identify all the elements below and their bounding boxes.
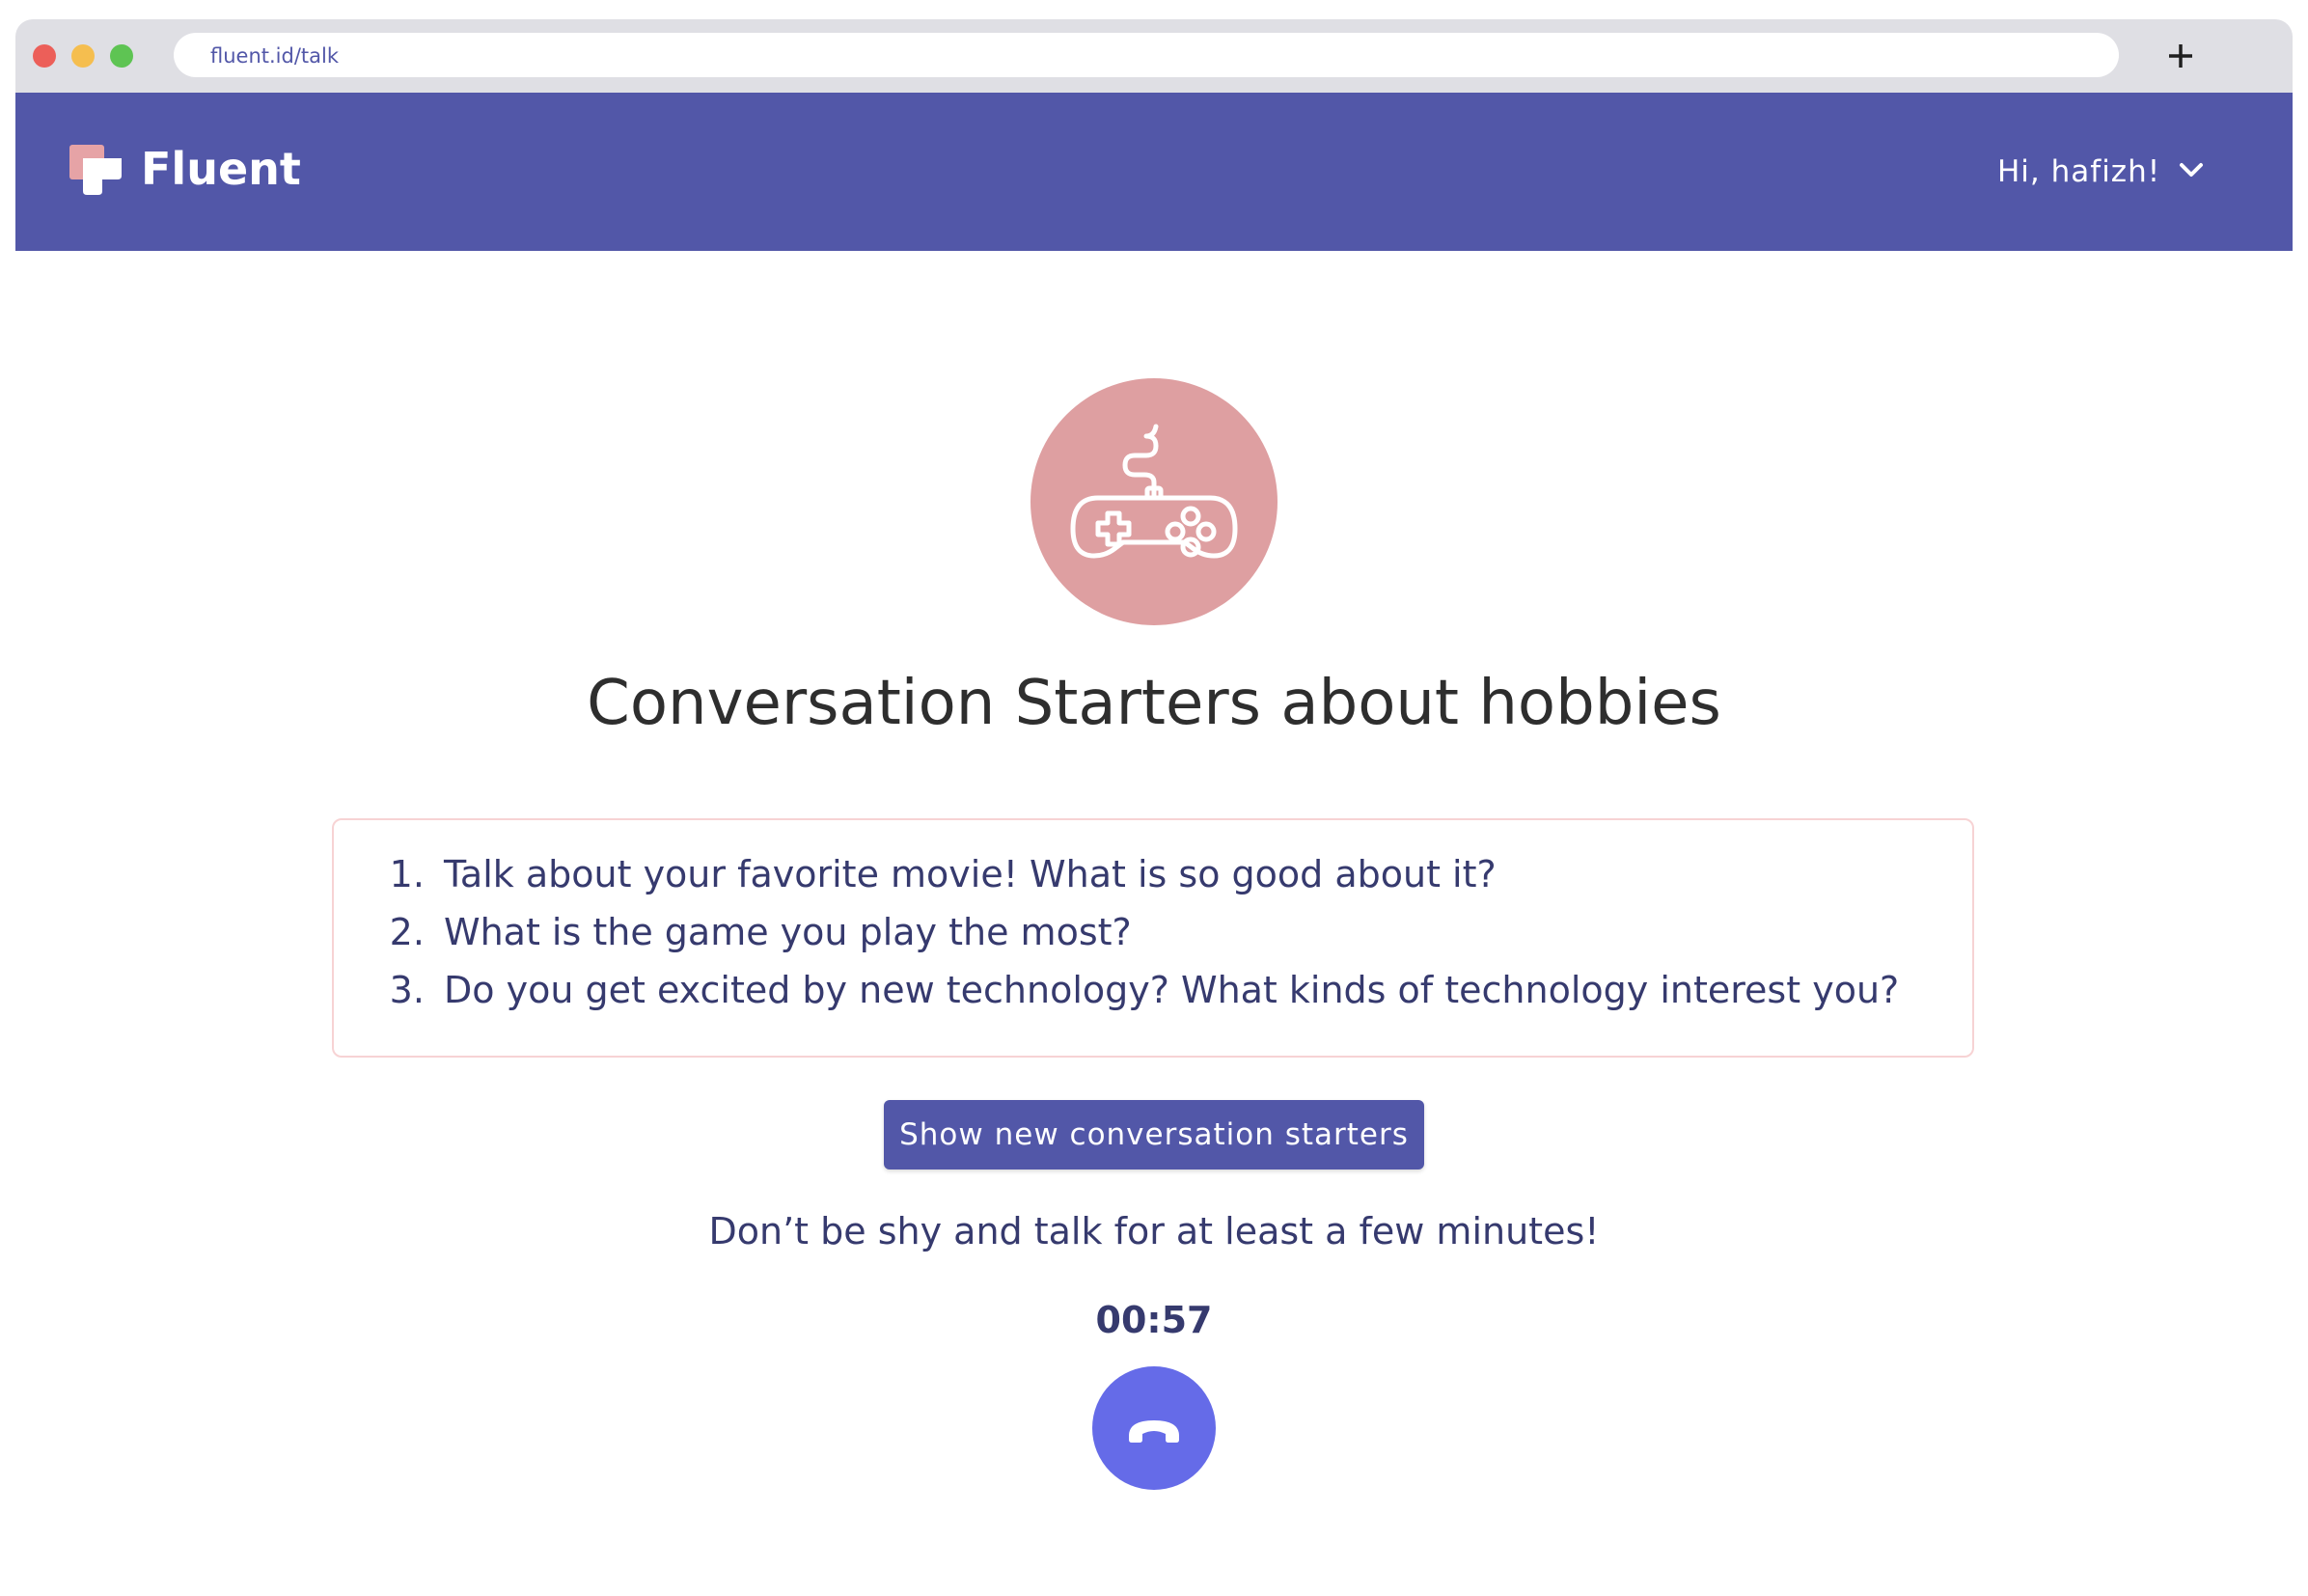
plus-icon[interactable] bbox=[2163, 39, 2198, 73]
user-greeting: Hi, hafizh! bbox=[1997, 154, 2161, 189]
fluent-logo-icon[interactable] bbox=[69, 145, 124, 195]
address-bar[interactable]: fluent.id/talk bbox=[174, 33, 2119, 77]
call-timer: 00:57 bbox=[1095, 1299, 1213, 1341]
minimize-window-button[interactable] bbox=[71, 44, 95, 68]
conversation-starters-card: Talk about your favorite movie! What is … bbox=[332, 818, 1974, 1058]
browser-window: fluent.id/talk Fluent Hi, hafizh! Conver… bbox=[15, 19, 2293, 1596]
page-title: Conversation Starters about hobbies bbox=[587, 668, 1721, 739]
gamepad-icon bbox=[1030, 378, 1278, 625]
show-new-starters-button[interactable]: Show new conversation starters bbox=[884, 1100, 1424, 1169]
hang-up-button[interactable] bbox=[1092, 1366, 1216, 1490]
phone-hangup-icon bbox=[1092, 1420, 1216, 1493]
list-item: Talk about your favorite movie! What is … bbox=[436, 845, 1899, 903]
list-item: Do you get excited by new technology? Wh… bbox=[436, 961, 1899, 1019]
chevron-down-icon bbox=[2178, 160, 2205, 183]
list-item: What is the game you play the most? bbox=[436, 903, 1899, 961]
app-header: Fluent Hi, hafizh! bbox=[15, 93, 2293, 251]
conversation-starters-list: Talk about your favorite movie! What is … bbox=[334, 845, 1899, 1019]
brand-name[interactable]: Fluent bbox=[141, 143, 301, 195]
user-menu[interactable]: Hi, hafizh! bbox=[1997, 151, 2205, 193]
maximize-window-button[interactable] bbox=[110, 44, 133, 68]
url-text: fluent.id/talk bbox=[210, 44, 340, 68]
encouragement-text: Don’t be shy and talk for at least a few… bbox=[708, 1210, 1600, 1252]
browser-toolbar: fluent.id/talk bbox=[15, 19, 2293, 93]
close-window-button[interactable] bbox=[33, 44, 56, 68]
